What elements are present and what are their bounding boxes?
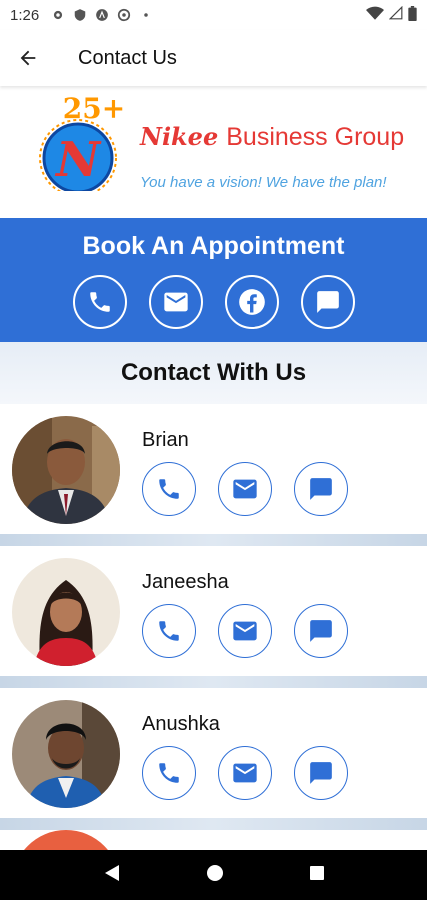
- nav-recents-button[interactable]: [309, 865, 325, 886]
- book-facebook-button[interactable]: [225, 275, 279, 329]
- page-title: Contact Us: [78, 46, 177, 69]
- arrow-back-icon: [20, 50, 36, 66]
- contact-name: Janeesha: [142, 571, 229, 593]
- contact-name: Anushka: [142, 713, 220, 735]
- message-button[interactable]: [294, 462, 348, 516]
- app-bar: Contact Us: [0, 30, 427, 86]
- app-a-icon: [95, 8, 109, 22]
- phone-icon: [90, 292, 110, 312]
- chat-icon: [310, 762, 332, 784]
- signal-icon: [388, 5, 403, 24]
- card-divider: [0, 818, 427, 830]
- status-bar: 1:26: [0, 0, 427, 30]
- phone-icon: [159, 763, 179, 783]
- circle-home-icon: [206, 864, 223, 881]
- company-logo: N 25+: [39, 96, 125, 198]
- contact-name: Brian: [142, 429, 189, 451]
- avatar: [12, 416, 120, 524]
- shield-icon: [73, 8, 87, 22]
- triangle-back-icon: [104, 864, 119, 881]
- brand-name: Nikee Business Group: [140, 122, 404, 152]
- contact-card-partial: [0, 830, 427, 850]
- card-divider: [0, 534, 427, 546]
- facebook-icon: [239, 289, 265, 315]
- chat-icon: [317, 291, 339, 313]
- contact-card-anushka: Anushka: [0, 688, 427, 818]
- battery-icon: [408, 5, 417, 25]
- contact-card-brian: Brian: [0, 404, 427, 534]
- brand-title: Business Group: [226, 123, 405, 151]
- book-call-button[interactable]: [73, 275, 127, 329]
- brand-script: Nikee: [140, 122, 219, 151]
- settings-icon: [51, 8, 65, 22]
- logo-letter: N: [54, 132, 102, 188]
- phone-icon: [159, 621, 179, 641]
- wifi-icon: [366, 6, 384, 24]
- brand-header: N 25+ Nikee Business Group You have a vi…: [0, 88, 427, 218]
- avatar: [12, 558, 120, 666]
- system-nav-bar: [0, 850, 427, 900]
- call-button[interactable]: [142, 746, 196, 800]
- chat-icon: [310, 478, 332, 500]
- square-recents-icon: [309, 865, 324, 880]
- back-button[interactable]: [0, 30, 56, 86]
- card-divider: [0, 676, 427, 688]
- avatar: [12, 700, 120, 808]
- email-icon: [233, 763, 257, 783]
- nav-home-button[interactable]: [206, 864, 224, 887]
- message-button[interactable]: [294, 746, 348, 800]
- contact-card-janeesha: Janeesha: [0, 546, 427, 676]
- message-button[interactable]: [294, 604, 348, 658]
- logo-badge: 25+: [63, 96, 125, 125]
- call-button[interactable]: [142, 462, 196, 516]
- nav-back-button[interactable]: [103, 863, 121, 888]
- email-icon: [233, 621, 257, 641]
- status-time: 1:26: [10, 6, 40, 24]
- phone-icon: [159, 479, 179, 499]
- book-title: Book An Appointment: [82, 232, 345, 260]
- contact-section-title: Contact With Us: [0, 342, 427, 404]
- book-email-button[interactable]: [149, 275, 203, 329]
- book-appointment-section: Book An Appointment: [0, 218, 427, 342]
- email-button[interactable]: [218, 746, 272, 800]
- email-button[interactable]: [218, 462, 272, 516]
- email-button[interactable]: [218, 604, 272, 658]
- book-message-button[interactable]: [301, 275, 355, 329]
- dot-icon: [139, 8, 153, 22]
- call-button[interactable]: [142, 604, 196, 658]
- chat-icon: [310, 620, 332, 642]
- app-circle-icon: [117, 8, 131, 22]
- email-icon: [164, 292, 188, 312]
- email-icon: [233, 479, 257, 499]
- brand-tagline: You have a vision! We have the plan!: [140, 174, 387, 191]
